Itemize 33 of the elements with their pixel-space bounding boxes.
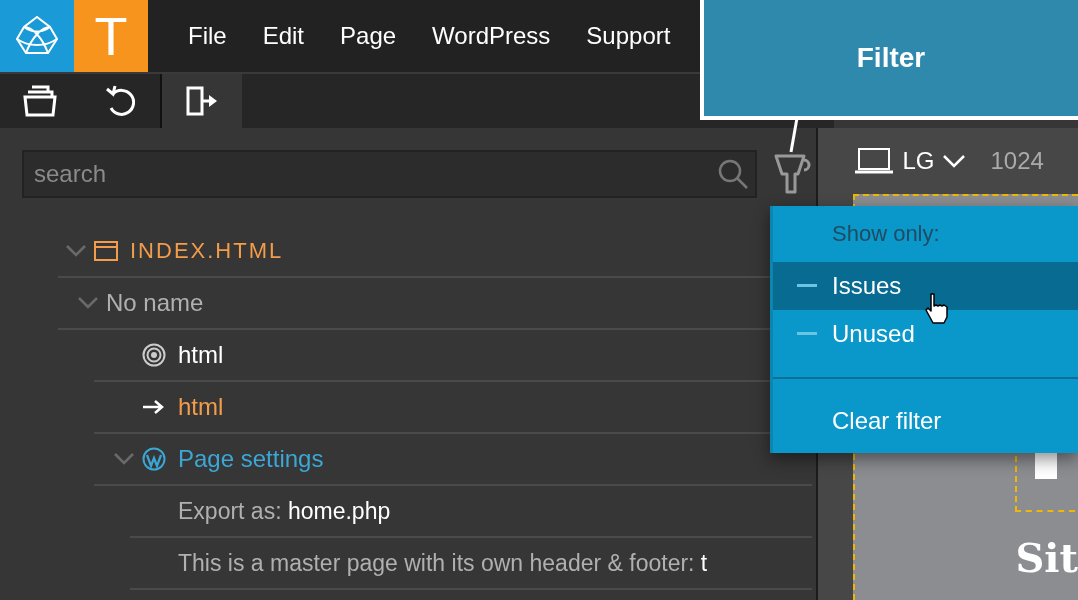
menu-item[interactable]: Page: [322, 22, 415, 50]
target-icon: [142, 343, 166, 367]
clear-filter-button[interactable]: Clear filter: [773, 379, 948, 463]
tree-item-label[interactable]: html: [178, 393, 224, 421]
laptop-icon[interactable]: [854, 147, 895, 175]
setting-text: This is a master page with its own header & footer: t: [178, 549, 708, 577]
tree-item-label[interactable]: html: [178, 341, 224, 369]
menu-item[interactable]: File: [170, 22, 245, 50]
preview-heading: Sit: [1015, 534, 1078, 581]
menu-item[interactable]: Support: [568, 22, 689, 50]
search-field[interactable]: search: [22, 150, 757, 198]
wordpress-icon: [142, 447, 166, 471]
filter-option[interactable]: Issues: [773, 262, 1078, 310]
tree-item-label[interactable]: No name: [106, 289, 204, 317]
menu-item[interactable]: Edit: [244, 22, 323, 50]
arrow-icon: [142, 398, 166, 416]
menu-item[interactable]: WordPress: [414, 22, 569, 50]
tooltip: Filter: [700, 0, 1078, 120]
search-icon: [717, 158, 749, 190]
menu-heading: Show only:: [831, 220, 941, 248]
width-value: 1024: [990, 147, 1044, 175]
undo-icon: [104, 85, 136, 117]
setting-text: Export as: home.php: [178, 497, 391, 525]
filter-option[interactable]: Unused: [773, 310, 1078, 358]
device-label[interactable]: LG: [902, 147, 935, 175]
exit-icon: [185, 85, 219, 117]
tree-item-label[interactable]: INDEX.HTML: [130, 238, 284, 264]
hand-cursor-icon: [924, 292, 950, 324]
window-icon: [94, 241, 118, 261]
chevron-down-icon[interactable]: [942, 154, 967, 168]
tree-item-label[interactable]: Page settings: [178, 445, 324, 473]
folder-icon: [23, 85, 57, 117]
toolbar-button[interactable]: [162, 74, 242, 128]
